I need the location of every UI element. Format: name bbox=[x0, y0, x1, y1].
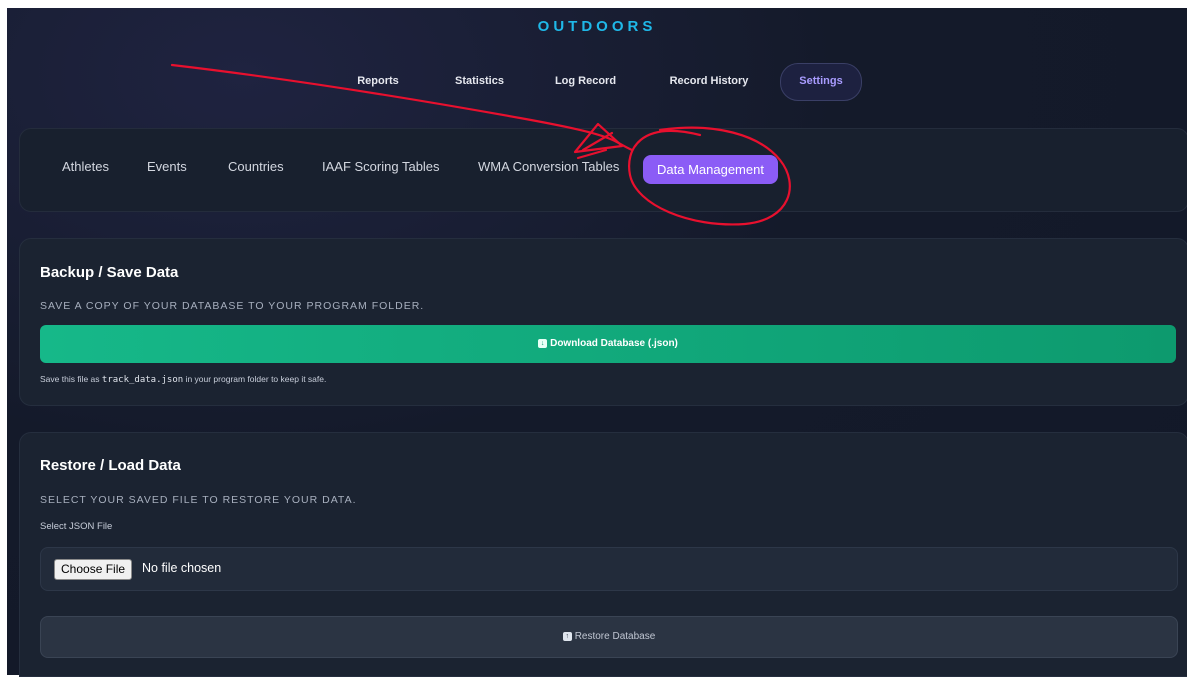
file-input-container: Choose File No file chosen bbox=[40, 547, 1178, 591]
nav-reports[interactable]: Reports bbox=[343, 63, 413, 99]
tab-iaaf-scoring-tables[interactable]: IAAF Scoring Tables bbox=[322, 159, 440, 174]
download-button-label: Download Database (.json) bbox=[550, 338, 678, 349]
restore-title: Restore / Load Data bbox=[40, 457, 181, 474]
download-database-button[interactable]: ↓ Download Database (.json) bbox=[40, 325, 1176, 363]
tab-events[interactable]: Events bbox=[147, 159, 187, 174]
tab-countries[interactable]: Countries bbox=[228, 159, 284, 174]
tab-data-management[interactable]: Data Management bbox=[643, 155, 778, 184]
file-status: No file chosen bbox=[142, 561, 222, 575]
restore-card: Restore / Load Data SELECT YOUR SAVED FI… bbox=[19, 432, 1187, 677]
backup-description: SAVE A COPY OF YOUR DATABASE TO YOUR PRO… bbox=[40, 300, 425, 312]
backup-title: Backup / Save Data bbox=[40, 264, 179, 281]
backup-note: Save this file as track_data.json in you… bbox=[40, 374, 326, 385]
tab-athletes[interactable]: Athletes bbox=[62, 159, 109, 174]
settings-tabs-bar: Athletes Events Countries IAAF Scoring T… bbox=[19, 128, 1187, 212]
nav-record-history[interactable]: Record History bbox=[659, 63, 759, 99]
main-nav: Reports Statistics Log Record Record His… bbox=[7, 63, 1187, 101]
app-title: OUTDOORS bbox=[537, 18, 657, 35]
select-json-label: Select JSON File bbox=[40, 521, 113, 532]
choose-file-button[interactable]: Choose File bbox=[54, 559, 133, 580]
backup-card: Backup / Save Data SAVE A COPY OF YOUR D… bbox=[19, 238, 1187, 406]
restore-database-button[interactable]: ↑ Restore Database bbox=[40, 616, 1178, 658]
backup-note-prefix: Save this file as bbox=[40, 374, 100, 384]
upload-icon: ↑ bbox=[562, 631, 572, 641]
tab-wma-conversion-tables[interactable]: WMA Conversion Tables bbox=[478, 159, 619, 174]
backup-note-suffix: in your program folder to keep it safe. bbox=[185, 374, 327, 384]
nav-statistics[interactable]: Statistics bbox=[447, 63, 512, 99]
nav-log-record[interactable]: Log Record bbox=[548, 63, 623, 99]
restore-button-label: Restore Database bbox=[574, 631, 656, 642]
restore-description: SELECT YOUR SAVED FILE TO RESTORE YOUR D… bbox=[40, 494, 357, 506]
download-icon: ↓ bbox=[538, 338, 548, 348]
nav-settings[interactable]: Settings bbox=[780, 63, 862, 101]
backup-note-filename: track_data.json bbox=[101, 375, 184, 385]
